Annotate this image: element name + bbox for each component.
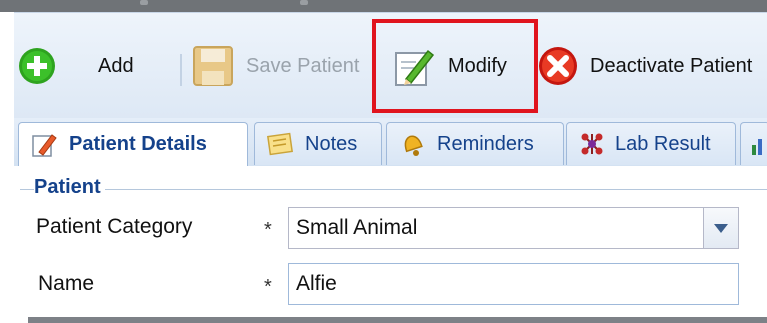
bell-icon (399, 131, 427, 157)
save-patient-label: Save Patient (246, 54, 360, 77)
chevron-down-icon (714, 223, 728, 233)
truncated-title-fragment (300, 0, 308, 5)
tab-lab-result[interactable]: Lab Result (566, 122, 736, 165)
add-icon (18, 47, 56, 85)
notes-icon (267, 132, 293, 156)
fieldset-legend-patient: Patient (34, 176, 105, 199)
tab-reminders[interactable]: Reminders (386, 122, 564, 165)
tab-label: Lab Result (615, 132, 711, 155)
add-button[interactable]: Add (18, 13, 134, 119)
required-marker: * (264, 276, 272, 298)
tab-patient-details[interactable]: Patient Details (18, 122, 248, 166)
window-top-strip (0, 0, 767, 12)
patient-category-select[interactable]: Small Animal (288, 207, 704, 249)
toolbar-separator (180, 54, 182, 86)
truncated-title-fragment (140, 0, 148, 5)
tab-label: Notes (305, 132, 358, 155)
add-label: Add (98, 54, 134, 77)
edit-document-icon (31, 132, 57, 158)
save-disk-icon (192, 45, 234, 87)
patient-category-dropdown-trigger[interactable] (703, 207, 739, 249)
tab-bar: Patient Details Notes Reminders Lab Resu… (14, 118, 767, 167)
bottom-edge-band (28, 317, 767, 323)
deactivate-patient-button[interactable]: Deactivate Patient (538, 13, 752, 119)
deactivate-patient-label: Deactivate Patient (590, 54, 753, 77)
molecule-icon (579, 131, 605, 157)
save-patient-button[interactable]: Save Patient (192, 13, 359, 119)
tab-label: Patient Details (69, 133, 207, 155)
tab-overflow[interactable] (740, 122, 767, 165)
name-label: Name (38, 272, 95, 295)
chart-icon (751, 133, 765, 155)
tab-label: Reminders (437, 132, 534, 155)
fieldset-border (20, 189, 767, 190)
required-marker: * (264, 219, 272, 241)
tab-notes[interactable]: Notes (254, 122, 382, 165)
modify-highlight-box (372, 19, 538, 113)
patient-category-label: Patient Category (36, 215, 193, 238)
deactivate-x-icon (538, 46, 578, 86)
name-input[interactable] (288, 263, 739, 305)
